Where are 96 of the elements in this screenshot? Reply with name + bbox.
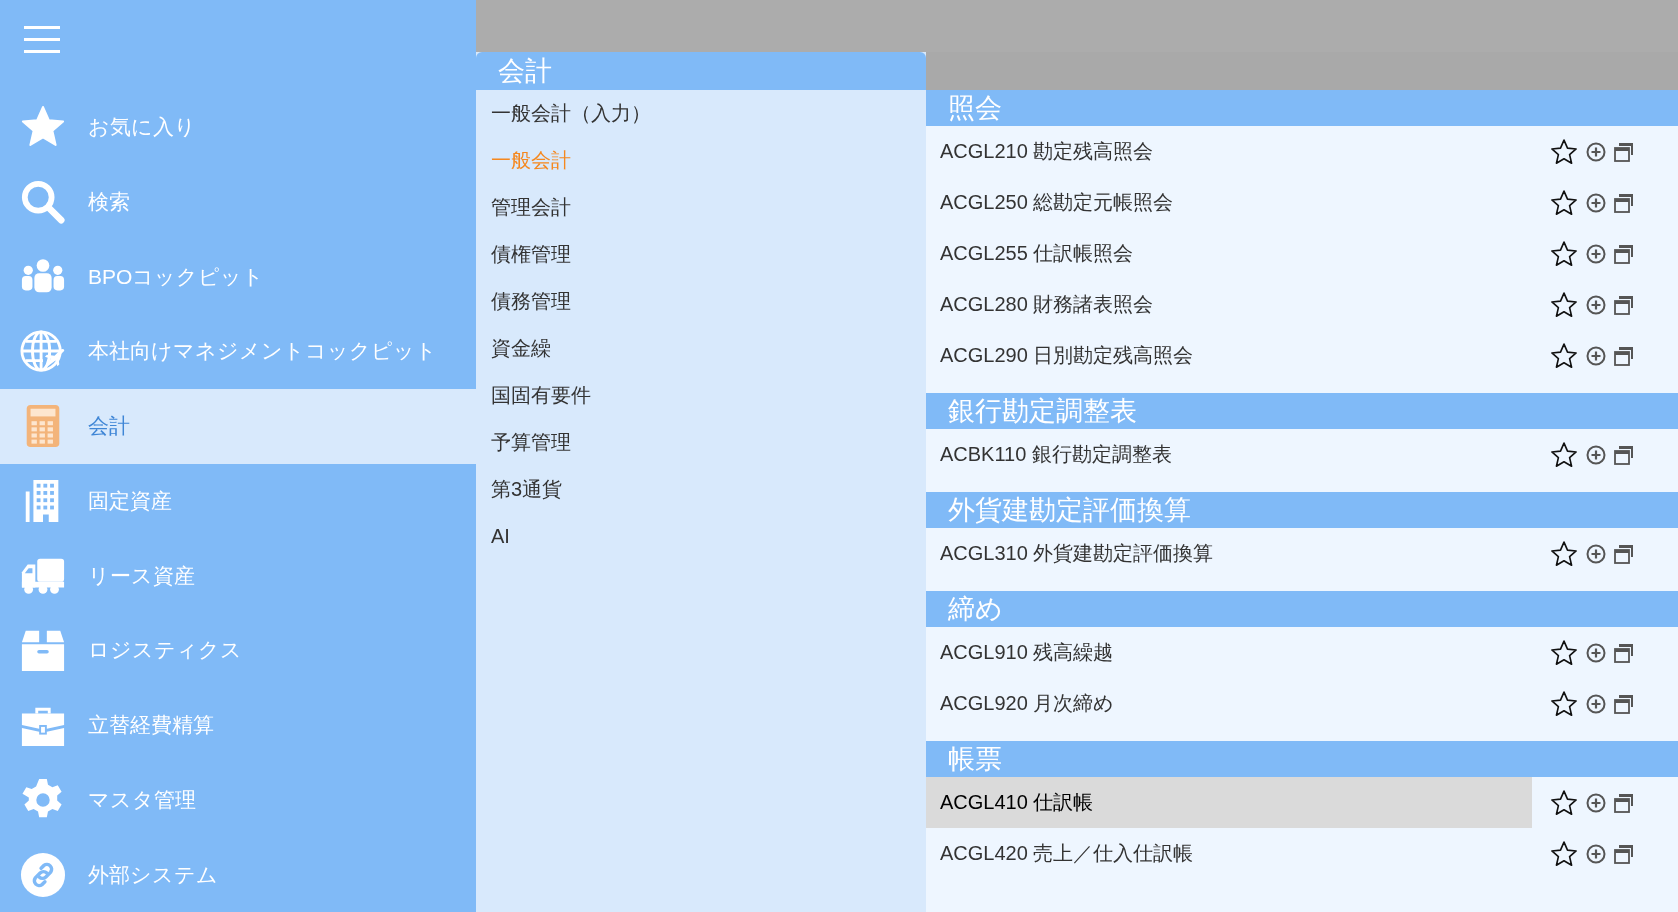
section-header: 外貨建勘定評価換算 <box>926 492 1678 528</box>
new-window-button[interactable] <box>1614 843 1634 864</box>
add-button[interactable] <box>1586 792 1606 813</box>
new-window-button[interactable] <box>1614 192 1634 213</box>
star-outline-icon <box>1550 440 1578 469</box>
category-item[interactable]: 債権管理 <box>476 231 571 278</box>
add-button[interactable] <box>1586 192 1606 213</box>
favorite-button[interactable] <box>1550 638 1578 667</box>
plus-circle-icon <box>1586 543 1606 564</box>
windows-icon <box>1614 693 1634 714</box>
star-outline-icon <box>1550 788 1578 817</box>
plus-circle-icon <box>1586 192 1606 213</box>
category-item[interactable]: 債務管理 <box>476 278 571 325</box>
function-link[interactable]: ACGL410 仕訳帳 <box>926 777 1532 828</box>
star-outline-icon <box>1550 341 1578 370</box>
windows-icon <box>1614 294 1634 315</box>
link-icon <box>20 851 66 898</box>
windows-icon <box>1614 843 1634 864</box>
plus-circle-icon <box>1586 642 1606 663</box>
panel-title: 会計 <box>476 52 926 90</box>
windows-icon <box>1614 345 1634 366</box>
star-outline-icon <box>1550 638 1578 667</box>
plus-circle-icon <box>1586 345 1606 366</box>
search-icon <box>20 179 66 225</box>
star-outline-icon <box>1550 539 1578 568</box>
add-button[interactable] <box>1586 642 1606 663</box>
category-item[interactable]: 第3通貨 <box>476 466 563 513</box>
windows-icon <box>1614 642 1634 663</box>
new-window-button[interactable] <box>1614 294 1634 315</box>
add-button[interactable] <box>1586 243 1606 264</box>
new-window-button[interactable] <box>1614 444 1634 465</box>
plus-circle-icon <box>1586 444 1606 465</box>
new-window-button[interactable] <box>1614 141 1634 162</box>
category-item[interactable]: 予算管理 <box>476 419 571 466</box>
windows-icon <box>1614 192 1634 213</box>
add-button[interactable] <box>1586 444 1606 465</box>
add-button[interactable] <box>1586 141 1606 162</box>
favorite-button[interactable] <box>1550 539 1578 568</box>
section-header: 帳票 <box>926 741 1678 777</box>
favorite-button[interactable] <box>1550 239 1578 268</box>
favorite-button[interactable] <box>1550 839 1578 868</box>
category-item[interactable]: 管理会計 <box>476 184 571 231</box>
section-header: 銀行勘定調整表 <box>926 393 1678 429</box>
favorite-button[interactable] <box>1550 689 1578 718</box>
category-item[interactable]: 国固有要件 <box>476 372 591 419</box>
star-outline-icon <box>1550 239 1578 268</box>
section-header: 照会 <box>926 90 1678 126</box>
category-item[interactable]: AI <box>476 513 510 560</box>
windows-icon <box>1614 444 1634 465</box>
windows-icon <box>1614 141 1634 162</box>
favorite-button[interactable] <box>1550 290 1578 319</box>
plus-circle-icon <box>1586 792 1606 813</box>
new-window-button[interactable] <box>1614 642 1634 663</box>
star-outline-icon <box>1550 188 1578 217</box>
add-button[interactable] <box>1586 345 1606 366</box>
new-window-button[interactable] <box>1614 543 1634 564</box>
new-window-button[interactable] <box>1614 693 1634 714</box>
plus-circle-icon <box>1586 294 1606 315</box>
function-link[interactable]: ACGL420 売上／仕入仕訳帳 <box>926 828 1532 879</box>
function-link[interactable]: ACGL310 外貨建勘定評価換算 <box>926 528 1532 579</box>
favorite-button[interactable] <box>1550 188 1578 217</box>
star-outline-icon <box>1550 839 1578 868</box>
star-outline-icon <box>1550 137 1578 166</box>
add-button[interactable] <box>1586 294 1606 315</box>
function-link[interactable]: ACGL210 勘定残高照会 <box>926 126 1532 177</box>
new-window-button[interactable] <box>1614 243 1634 264</box>
add-button[interactable] <box>1586 693 1606 714</box>
function-link[interactable]: ACGL290 日別勘定残高照会 <box>926 330 1532 381</box>
windows-icon <box>1614 243 1634 264</box>
star-outline-icon <box>1550 689 1578 718</box>
plus-circle-icon <box>1586 141 1606 162</box>
function-link[interactable]: ACGL910 残高繰越 <box>926 627 1532 678</box>
add-button[interactable] <box>1586 543 1606 564</box>
category-item[interactable]: 一般会計（入力） <box>476 90 651 137</box>
plus-circle-icon <box>1586 693 1606 714</box>
plus-circle-icon <box>1586 843 1606 864</box>
add-button[interactable] <box>1586 843 1606 864</box>
new-window-button[interactable] <box>1614 345 1634 366</box>
category-item[interactable]: 資金繰 <box>476 325 551 372</box>
new-window-button[interactable] <box>1614 792 1634 813</box>
windows-icon <box>1614 543 1634 564</box>
favorite-button[interactable] <box>1550 788 1578 817</box>
star-outline-icon <box>1550 290 1578 319</box>
plus-circle-icon <box>1586 243 1606 264</box>
windows-icon <box>1614 792 1634 813</box>
function-link[interactable]: ACGL250 総勘定元帳照会 <box>926 177 1532 228</box>
function-link[interactable]: ACGL255 仕訳帳照会 <box>926 228 1532 279</box>
function-link[interactable]: ACBK110 銀行勘定調整表 <box>926 429 1532 480</box>
menu-icon <box>24 25 60 54</box>
section-header: 締め <box>926 591 1678 627</box>
favorite-button[interactable] <box>1550 137 1578 166</box>
favorite-button[interactable] <box>1550 440 1578 469</box>
globe-plane-icon <box>20 328 66 375</box>
favorite-button[interactable] <box>1550 341 1578 370</box>
function-link[interactable]: ACGL920 月次締め <box>926 678 1532 729</box>
function-link[interactable]: ACGL280 財務諸表照会 <box>926 279 1532 330</box>
